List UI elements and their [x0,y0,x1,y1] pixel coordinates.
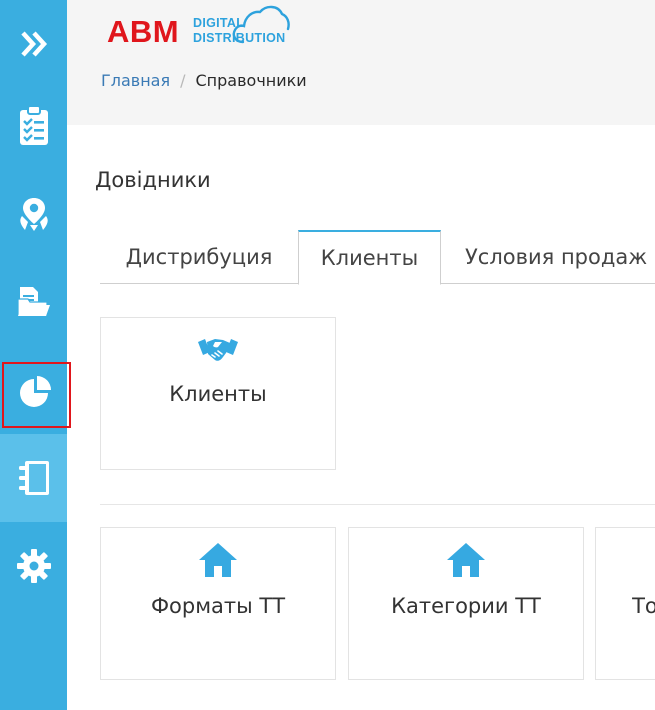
tab-clients[interactable]: Клиенты [298,230,441,285]
double-chevron-right-icon [20,31,47,57]
tabs-bar: Дистрибуция Клиенты Условия продаж [100,230,655,285]
sidebar-expand-button[interactable] [0,0,67,88]
card-label: Форматы ТТ [150,594,286,618]
card-label: Категории ТТ [391,594,541,618]
clipboard-checklist-icon [19,105,48,145]
card-icon-wrap [101,541,335,579]
card-tt-formats[interactable]: Форматы ТТ [100,527,336,680]
card-tt-categories[interactable]: Категории ТТ [348,527,584,680]
documents-folder-icon [16,287,50,317]
pie-chart-icon [19,376,51,407]
gear-icon [16,549,51,583]
content-clip: Дистрибуция Клиенты Условия продаж Клиен… [67,0,655,710]
home-icon [199,543,237,577]
card-icon-wrap [349,541,583,579]
home-icon [447,543,485,577]
notebook-icon [18,461,49,495]
handshake-icon [198,339,238,361]
card-label: Торговые сети [632,594,655,618]
tab-sales-conditions[interactable]: Условия продаж [441,230,655,284]
sidebar-item-documents[interactable] [0,258,67,346]
sidebar-item-settings[interactable] [0,522,67,610]
sidebar-item-tasks[interactable] [0,82,67,170]
sidebar-item-directories[interactable] [0,434,67,522]
map-pins-icon [19,198,48,231]
card-icon-wrap [596,541,655,579]
sidebar-item-reports[interactable] [0,362,71,428]
card-icon-wrap [101,336,335,366]
card-label: Клиенты [169,382,267,406]
section-divider [100,504,655,505]
sidebar [0,0,71,710]
card-trade-networks[interactable]: Торговые сети [595,527,655,680]
sidebar-item-map[interactable] [0,170,67,258]
tab-distribution[interactable]: Дистрибуция [100,230,298,284]
card-clients[interactable]: Клиенты [100,317,336,470]
app-root: ABM DIGITAL DISTRIBUTION Главная / Справ… [0,0,655,710]
